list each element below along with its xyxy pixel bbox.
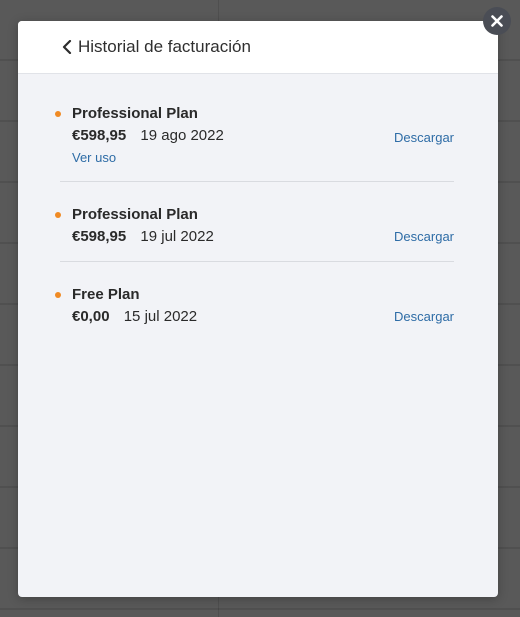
close-icon [491,15,503,27]
status-dot [55,292,61,298]
plan-name: Professional Plan [72,105,198,122]
invoice-item: Free Plan €0,00 15 jul 2022 Descargar [55,262,454,342]
invoice-amount: €598,95 [72,127,127,144]
invoice-amount: €598,95 [72,228,127,245]
invoice-item: Professional Plan €598,95 19 ago 2022 Ve… [55,74,454,182]
download-link[interactable]: Descargar [394,130,454,145]
plan-name: Free Plan [72,286,140,303]
modal-title: Historial de facturación [78,37,251,56]
back-button[interactable]: Historial de facturación [62,37,251,57]
chevron-left-icon [62,40,72,54]
invoice-amount: €0,00 [72,308,110,325]
close-button[interactable] [483,7,511,35]
billing-history-modal: Historial de facturación Professional Pl… [18,21,498,597]
invoice-date: 19 jul 2022 [140,228,214,245]
view-usage-link[interactable]: Ver uso [72,150,116,165]
invoice-list: Professional Plan €598,95 19 ago 2022 Ve… [18,74,498,342]
download-link[interactable]: Descargar [394,229,454,244]
invoice-date: 19 ago 2022 [140,127,224,144]
modal-header: Historial de facturación [18,21,498,74]
invoice-date: 15 jul 2022 [123,308,198,325]
status-dot [55,111,61,117]
download-link[interactable]: Descargar [394,309,454,324]
status-dot [55,212,61,218]
plan-name: Professional Plan [72,206,198,223]
invoice-item: Professional Plan €598,95 19 jul 2022 De… [55,182,454,262]
